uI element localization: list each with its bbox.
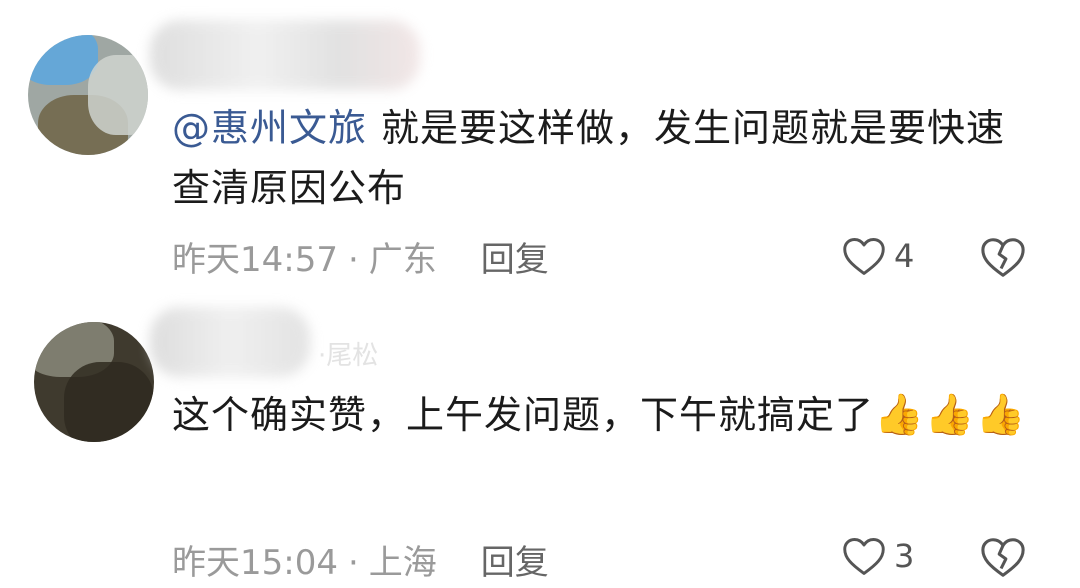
timestamp: 昨天14:57 — [172, 240, 338, 280]
dislike-button[interactable] — [980, 235, 1026, 283]
broken-heart-icon — [981, 538, 1025, 577]
dislike-button[interactable] — [980, 535, 1026, 583]
comment-meta: 昨天15:04 · 上海 回复 — [172, 535, 549, 584]
like-count: 3 — [894, 537, 915, 575]
separator-dot: · — [347, 543, 359, 583]
avatar[interactable] — [28, 35, 148, 155]
location: 广东 — [368, 240, 437, 280]
comment-body: 这个确实赞，上午发问题，下午就搞定了 — [172, 393, 875, 437]
like-button[interactable]: 4 — [842, 235, 914, 277]
thumbs-up-emoji: 👍👍👍 — [874, 392, 1027, 438]
broken-heart-icon — [981, 238, 1025, 277]
username-blurred — [150, 307, 310, 377]
timestamp: 昨天15:04 — [172, 543, 338, 583]
mention-link[interactable]: @惠州文旅 — [172, 106, 367, 150]
reply-button[interactable]: 回复 — [481, 240, 549, 280]
comment-text: 这个确实赞，上午发问题，下午就搞定了👍👍👍 — [172, 385, 1042, 445]
username-fragment: ·尾松 — [318, 341, 379, 371]
comment-item: ·尾松 这个确实赞，上午发问题，下午就搞定了👍👍👍 昨天15:04 · 上海 回复 3 — [0, 295, 1080, 588]
location: 上海 — [368, 543, 437, 583]
reply-button[interactable]: 回复 — [481, 543, 549, 583]
username-blurred — [150, 20, 420, 90]
like-button[interactable]: 3 — [842, 535, 914, 577]
like-count: 4 — [894, 237, 915, 275]
separator-dot: · — [347, 240, 359, 280]
avatar[interactable] — [34, 322, 154, 442]
comment-text: @惠州文旅 就是要这样做，发生问题就是要快速查清原因公布 — [172, 98, 1042, 218]
heart-outline-icon — [843, 238, 885, 275]
comment-item: @惠州文旅 就是要这样做，发生问题就是要快速查清原因公布 昨天14:57 · 广东 回复… — [0, 0, 1080, 295]
heart-outline-icon — [843, 538, 885, 575]
comment-meta: 昨天14:57 · 广东 回复 — [172, 232, 549, 281]
